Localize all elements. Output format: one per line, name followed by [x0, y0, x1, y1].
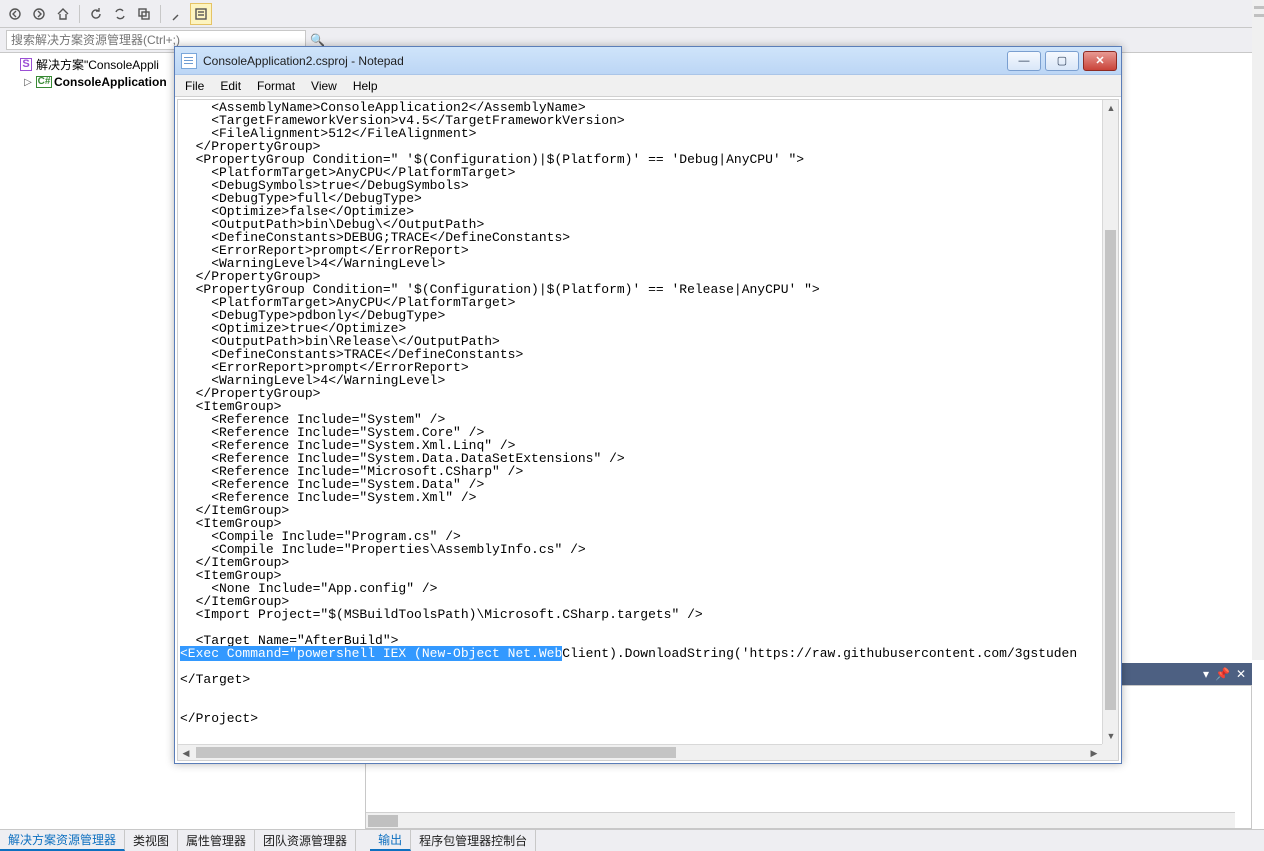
notepad-titlebar[interactable]: ConsoleApplication2.csproj - Notepad — ▢…	[175, 47, 1121, 75]
tab-output[interactable]: 输出	[370, 830, 411, 851]
project-label: ConsoleApplication	[54, 75, 167, 89]
menu-help[interactable]: Help	[345, 77, 386, 95]
search-icon[interactable]: 🔍	[310, 33, 325, 47]
bottom-tab-strip: 解决方案资源管理器 类视图 属性管理器 团队资源管理器 输出 程序包管理器控制台	[0, 829, 1264, 851]
menu-view[interactable]: View	[303, 77, 345, 95]
home-button[interactable]	[52, 3, 74, 25]
maximize-button[interactable]: ▢	[1045, 51, 1079, 71]
hscroll-thumb[interactable]	[196, 747, 676, 758]
tab-solution-explorer[interactable]: 解决方案资源管理器	[0, 830, 125, 851]
solution-label: 解决方案"ConsoleAppli	[36, 56, 159, 73]
expand-icon[interactable]: ▷	[22, 77, 34, 88]
scroll-left-icon[interactable]: ◀	[178, 745, 194, 761]
notepad-icon	[181, 53, 197, 69]
menu-file[interactable]: File	[177, 77, 212, 95]
nav-forward-button[interactable]	[28, 3, 50, 25]
solution-icon: S	[20, 58, 31, 71]
vs-toolbar	[0, 0, 1264, 28]
notepad-text-area[interactable]: <AssemblyName>ConsoleApplication2</Assem…	[178, 100, 1102, 744]
panel-pin-icon[interactable]: 📌	[1215, 667, 1230, 681]
editor-scroll-strip	[1252, 0, 1264, 660]
close-button[interactable]: ✕	[1083, 51, 1117, 71]
sync-button[interactable]	[109, 3, 131, 25]
tab-team-explorer[interactable]: 团队资源管理器	[255, 830, 356, 851]
preview-button[interactable]	[190, 3, 212, 25]
menu-edit[interactable]: Edit	[212, 77, 249, 95]
nav-back-button[interactable]	[4, 3, 26, 25]
output-hscrollbar[interactable]	[366, 812, 1235, 828]
notepad-vscrollbar[interactable]: ▲ ▼	[1102, 100, 1118, 744]
notepad-hscrollbar[interactable]: ◀ ▶	[178, 744, 1102, 760]
scroll-corner	[1102, 744, 1118, 760]
scroll-right-icon[interactable]: ▶	[1086, 745, 1102, 761]
notepad-window: ConsoleApplication2.csproj - Notepad — ▢…	[174, 46, 1122, 764]
tab-class-view[interactable]: 类视图	[125, 830, 178, 851]
notepad-menubar: File Edit Format View Help	[175, 75, 1121, 97]
tab-property-manager[interactable]: 属性管理器	[178, 830, 255, 851]
csharp-project-icon: C#	[36, 76, 53, 88]
scroll-down-icon[interactable]: ▼	[1103, 728, 1119, 744]
properties-button[interactable]	[166, 3, 188, 25]
panel-close-icon[interactable]: ✕	[1236, 667, 1246, 681]
panel-dropdown-icon[interactable]: ▾	[1203, 667, 1209, 681]
collapse-all-button[interactable]	[133, 3, 155, 25]
notepad-title: ConsoleApplication2.csproj - Notepad	[203, 54, 404, 68]
menu-format[interactable]: Format	[249, 77, 303, 95]
tab-package-manager-console[interactable]: 程序包管理器控制台	[411, 830, 536, 851]
minimize-button[interactable]: —	[1007, 51, 1041, 71]
refresh-button[interactable]	[85, 3, 107, 25]
vscroll-thumb[interactable]	[1105, 230, 1116, 710]
scroll-up-icon[interactable]: ▲	[1103, 100, 1119, 116]
